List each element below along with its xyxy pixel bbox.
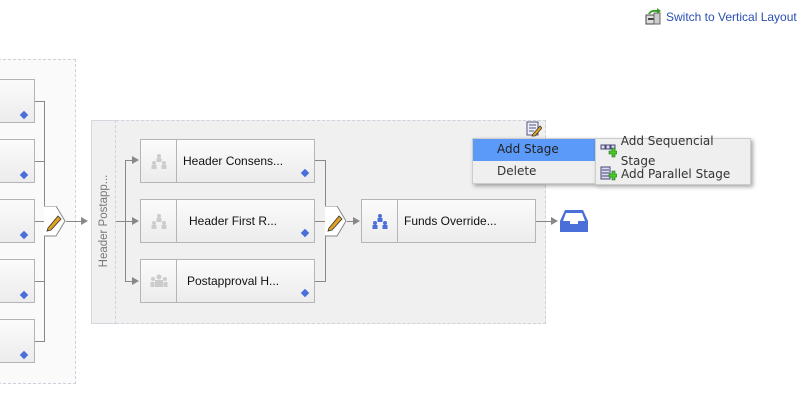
diamond-icon [19,290,29,300]
diamond-icon [19,350,29,360]
step-label: Header Consens... [183,154,284,168]
menu-item-add-sequencial-stage[interactable]: Add Sequencial Stage [596,134,750,168]
connector [35,161,44,162]
diamond-icon [300,228,310,238]
step-box[interactable]: Postapproval H... [140,259,315,303]
inbox-end-icon [560,210,588,232]
switch-layout-link[interactable]: Switch to Vertical Layout [645,8,797,25]
arrow-icon [132,156,139,164]
left-step-box[interactable] [0,139,35,183]
connector [315,281,325,282]
merge-gateway-edit-icon[interactable] [325,206,347,237]
group-icon [141,140,177,182]
connector [35,101,44,102]
edit-stage-icon[interactable] [526,121,542,137]
submenu-label: Add Parallel Stage [621,166,731,181]
connector [315,160,325,161]
funds-override-step-box[interactable]: Funds Override... [361,199,536,243]
connector [66,221,82,222]
diamond-icon [19,230,29,240]
arrow-icon [353,217,360,225]
layout-switch-icon [645,8,661,25]
step-box[interactable]: Header First R... [140,199,315,243]
arrow-icon [551,217,558,225]
arrow-icon [132,277,139,285]
connector [35,221,44,222]
add-sequential-icon [600,144,617,158]
arrow-icon [81,217,88,225]
step-label: Funds Override... [404,214,497,228]
merge-gateway-edit-icon[interactable] [44,206,66,237]
connector [116,221,125,222]
step-label: Postapproval H... [187,274,280,288]
arrow-icon [132,217,139,225]
connector [35,341,44,342]
left-step-box[interactable] [0,319,35,363]
group-icon [141,200,177,242]
menu-item-add-stage[interactable]: Add Stage [473,139,595,161]
connector [536,221,552,222]
stage-title: Header Postapp... [98,174,110,268]
step-box[interactable]: Header Consens... [140,139,315,183]
left-step-box[interactable] [0,259,35,303]
menu-item-add-parallel-stage[interactable]: Add Parallel Stage [596,162,750,185]
context-menu: Add Stage Delete [472,138,596,184]
connector [35,281,44,282]
switch-layout-label: Switch to Vertical Layout [666,9,797,24]
left-step-box[interactable] [0,79,35,123]
menu-item-delete[interactable]: Delete [473,161,595,183]
group-icon [362,200,398,242]
stage-header[interactable]: Header Postapp... [91,120,116,324]
diamond-icon [300,288,310,298]
connector [315,221,325,222]
diamond-icon [19,170,29,180]
add-parallel-icon [600,166,617,181]
diamond-icon [300,168,310,178]
add-stage-submenu: Add Sequencial Stage Add Parallel Stage [595,134,751,185]
step-label: Header First R... [189,214,278,228]
diamond-icon [19,110,29,120]
left-step-box[interactable] [0,199,35,243]
people-icon [141,260,177,302]
